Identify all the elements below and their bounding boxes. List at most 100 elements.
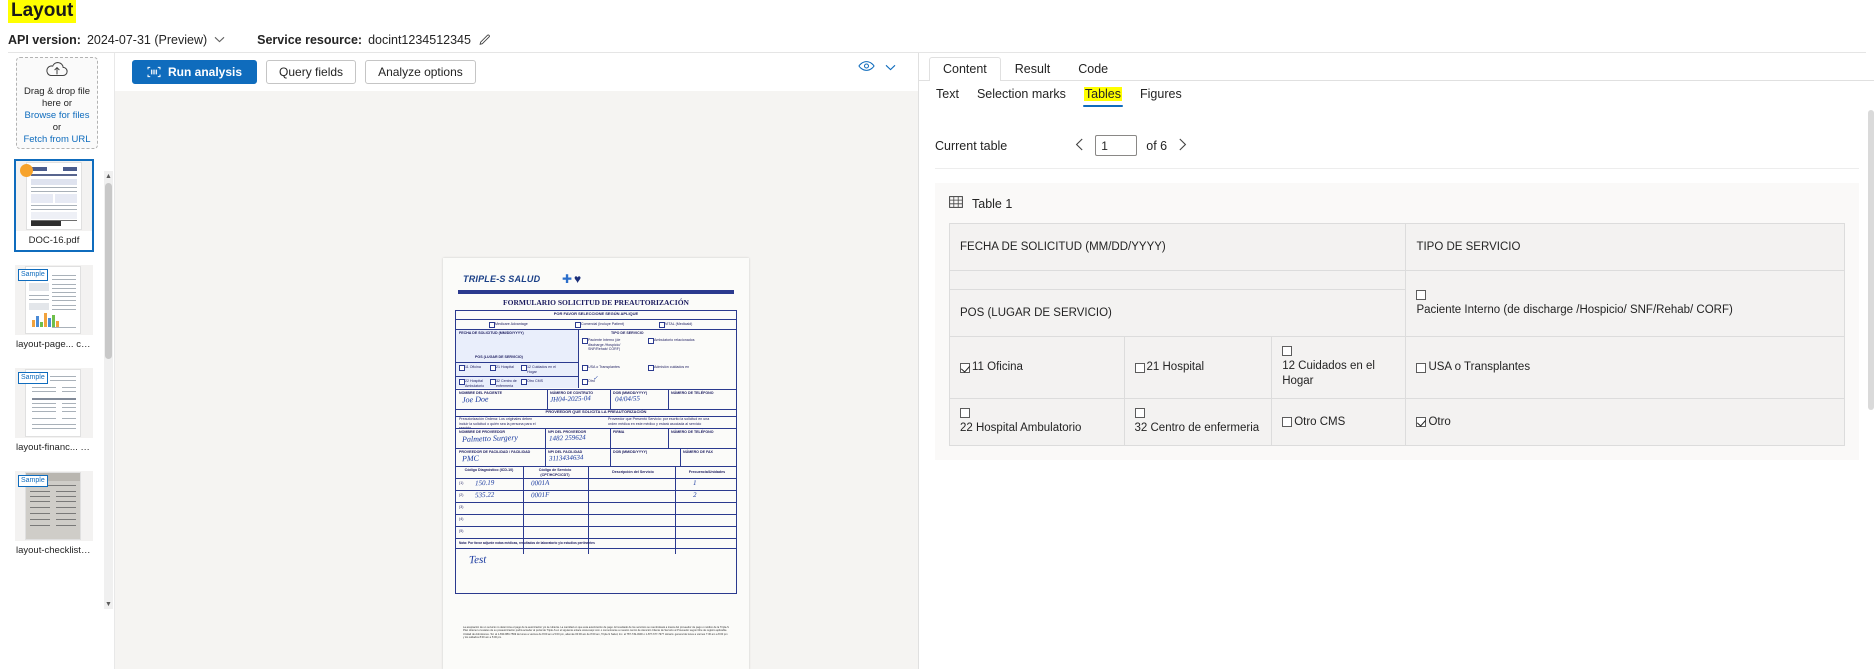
chevron-down-icon[interactable]: ▼ xyxy=(104,599,113,609)
selection-mark-checked[interactable] xyxy=(960,362,970,373)
cell-text: FECHA DE SOLICITUD (MM/DD/YYYY) xyxy=(960,240,1166,253)
selection-mark-unchecked[interactable] xyxy=(1282,417,1293,427)
eye-icon[interactable] xyxy=(858,59,875,77)
form-sec-tipo: TIPO DE SERVICIO xyxy=(611,331,644,335)
file-name: DOC-16.pdf xyxy=(28,235,80,246)
cell-21-hospital[interactable]: 21 Hospital xyxy=(1123,336,1273,399)
pager-controls: of 6 xyxy=(1073,135,1189,156)
cell-otro[interactable]: Otro xyxy=(1405,398,1845,446)
dropzone[interactable]: Drag & drop file here or Browse for file… xyxy=(16,57,98,149)
cell-22-hospital-ambulatorio[interactable]: 22 Hospital Ambulatorio xyxy=(949,398,1125,446)
cell-paciente-interno[interactable]: Paciente Interno (de discharge /Hospicio… xyxy=(1405,270,1845,337)
cell-usa-transplantes[interactable]: USA o Transplantes xyxy=(1405,336,1845,399)
form-notes-line: Nota: Por favor adjunte notas médicas, r… xyxy=(459,541,595,545)
cell-12-cuidados-hogar[interactable]: 12 Cuidados en el Hogar xyxy=(1271,336,1407,399)
table-row: FECHA DE SOLICITUD (MM/DD/YYYY) TIPO DE … xyxy=(948,223,1845,271)
browse-for-files-link[interactable]: Browse for files xyxy=(25,110,90,122)
scrollbar-thumb[interactable] xyxy=(1868,110,1874,410)
document-page-preview[interactable]: TRIPLE-S SALUD ✚ ♥ FORMULARIO SOLICITUD … xyxy=(443,258,749,669)
service-resource-label: Service resource: xyxy=(257,33,363,47)
analyze-options-button[interactable]: Analyze options xyxy=(365,60,476,84)
heart-icon: ♥ xyxy=(574,272,582,286)
pencil-icon[interactable] xyxy=(478,34,491,47)
tab-tables[interactable]: Tables xyxy=(1082,85,1124,107)
tab-code[interactable]: Code xyxy=(1064,57,1122,81)
dropzone-line2: here or xyxy=(41,98,73,109)
form-sec-tel2: NÚMERO DE TELÉFONO xyxy=(671,430,714,434)
dropzone-or: or xyxy=(52,122,62,133)
file-rail-scrollbar[interactable]: ▲ ▼ xyxy=(104,171,113,609)
cell-text: POS (LUGAR DE SERVICIO) xyxy=(960,306,1112,319)
selection-mark-unchecked[interactable] xyxy=(1416,362,1427,373)
form-col-freq: Frecuencia/Unidades xyxy=(688,470,726,474)
primary-tabs: Content Result Code xyxy=(919,53,1874,81)
file-thumbnail-list: DOC-16.pdf Sample layout-page... ct.pdf … xyxy=(0,159,114,561)
form-title: FORMULARIO SOLICITUD DE PREAUTORIZACIÓN xyxy=(503,298,689,307)
document-canvas[interactable]: TRIPLE-S SALUD ✚ ♥ FORMULARIO SOLICITUD … xyxy=(115,91,918,669)
file-name: layout-financ... rt.jpg xyxy=(16,442,93,453)
table-row: 11 Oficina 21 Hospital 12 Cuidados en el… xyxy=(949,336,1845,399)
tab-figures[interactable]: Figures xyxy=(1139,85,1183,107)
chevron-right-icon[interactable] xyxy=(1176,138,1189,154)
chevron-down-icon[interactable] xyxy=(885,63,896,74)
selection-mark-unchecked[interactable] xyxy=(1134,362,1145,373)
tab-selection-marks[interactable]: Selection marks xyxy=(976,85,1067,107)
cell-32-centro-enfermeria[interactable]: 32 Centro de enfermeria xyxy=(1123,398,1273,446)
dropzone-line1: Drag & drop file xyxy=(23,86,90,97)
cell-text: Paciente Interno (de discharge /Hospicio… xyxy=(1416,303,1733,316)
tab-figures-label: Figures xyxy=(1140,87,1182,101)
table-icon xyxy=(949,195,963,212)
cell-tipo-servicio[interactable]: TIPO DE SERVICIO xyxy=(1405,223,1845,271)
thumbnail-page xyxy=(27,163,81,229)
form-hand-row1-c: 1 xyxy=(692,478,697,488)
run-analysis-button[interactable]: Run analysis xyxy=(132,60,258,84)
chevron-left-icon[interactable] xyxy=(1073,138,1086,154)
selection-mark-checked[interactable] xyxy=(1416,417,1427,427)
chevron-down-icon[interactable] xyxy=(214,36,225,46)
cell-fecha-solicitud[interactable]: FECHA DE SOLICITUD (MM/DD/YYYY) xyxy=(948,223,1407,271)
selection-mark-unchecked[interactable] xyxy=(1134,408,1145,418)
form-sec-fecha: FECHA DE SOLICITUD (MM/DD/YYYY) xyxy=(459,331,524,335)
cell-otro-cms[interactable]: Otro CMS xyxy=(1271,398,1407,446)
secondary-tabs: Text Selection marks Tables Figures xyxy=(919,83,1874,109)
query-fields-button[interactable]: Query fields xyxy=(266,60,357,84)
form-sec-fax: NÚMERO DE FAX xyxy=(683,450,713,454)
selection-mark-unchecked[interactable] xyxy=(1282,346,1293,356)
table-pager: Current table of 6 xyxy=(935,123,1859,169)
fetch-from-url-link[interactable]: Fetch from URL xyxy=(23,134,90,146)
form-hand-fac: PMC xyxy=(461,453,480,464)
current-table-label: Current table xyxy=(935,138,1008,153)
chevron-up-icon[interactable]: ▲ xyxy=(104,171,113,181)
api-version-value: 2024-07-31 (Preview) xyxy=(86,33,208,47)
form-subtitle: POR FAVOR SELECCIONE SEGÚN APLIQUE xyxy=(553,311,639,316)
scan-icon xyxy=(147,66,161,78)
cell-11-oficina[interactable]: 11 Oficina xyxy=(949,336,1125,399)
cell-pos-lugar-servicio[interactable]: POS (LUGAR DE SERVICIO) xyxy=(948,289,1407,337)
tab-result[interactable]: Result xyxy=(1001,57,1064,81)
tab-content[interactable]: Content xyxy=(929,57,1001,81)
cell-text: 32 Centro de enfermeria xyxy=(1134,422,1260,434)
analyze-options-label: Analyze options xyxy=(378,65,463,79)
file-item-layout-page[interactable]: Sample layout-page... ct.pdf xyxy=(14,264,94,355)
table-title: Table 1 xyxy=(972,196,1013,211)
file-item-layout-checklist[interactable]: Sample layout-checklist.jpg xyxy=(14,470,94,561)
form-col-desc: Descripción del Servicio xyxy=(612,470,654,474)
table-card-header: Table 1 xyxy=(949,195,1845,212)
current-table-input[interactable] xyxy=(1095,135,1138,156)
app-root: Layout API version: 2024-07-31 (Preview)… xyxy=(0,0,1874,669)
selection-mark-unchecked[interactable] xyxy=(960,408,970,418)
cell-empty[interactable] xyxy=(948,270,1407,290)
file-thumbnail xyxy=(16,161,92,231)
file-thumbnail: Sample xyxy=(15,368,93,438)
document-viewer-panel: Run analysis Query fields Analyze option… xyxy=(114,53,918,669)
results-scrollbar[interactable] xyxy=(1868,110,1874,669)
file-item-layout-financial[interactable]: Sample layout-financ... rt.jpg xyxy=(14,367,94,458)
tab-text[interactable]: Text xyxy=(935,85,960,107)
form-hand-dob: 04/04/55 xyxy=(614,394,641,404)
cell-text: 21 Hospital xyxy=(1146,361,1205,373)
selection-mark-unchecked[interactable] xyxy=(1416,289,1427,300)
cell-text: 11 Oficina xyxy=(972,361,1023,373)
file-item-doc-16[interactable]: DOC-16.pdf xyxy=(14,159,94,252)
form-hand-npi: 1482 259624 xyxy=(548,433,586,443)
scrollbar-thumb[interactable] xyxy=(105,183,112,359)
